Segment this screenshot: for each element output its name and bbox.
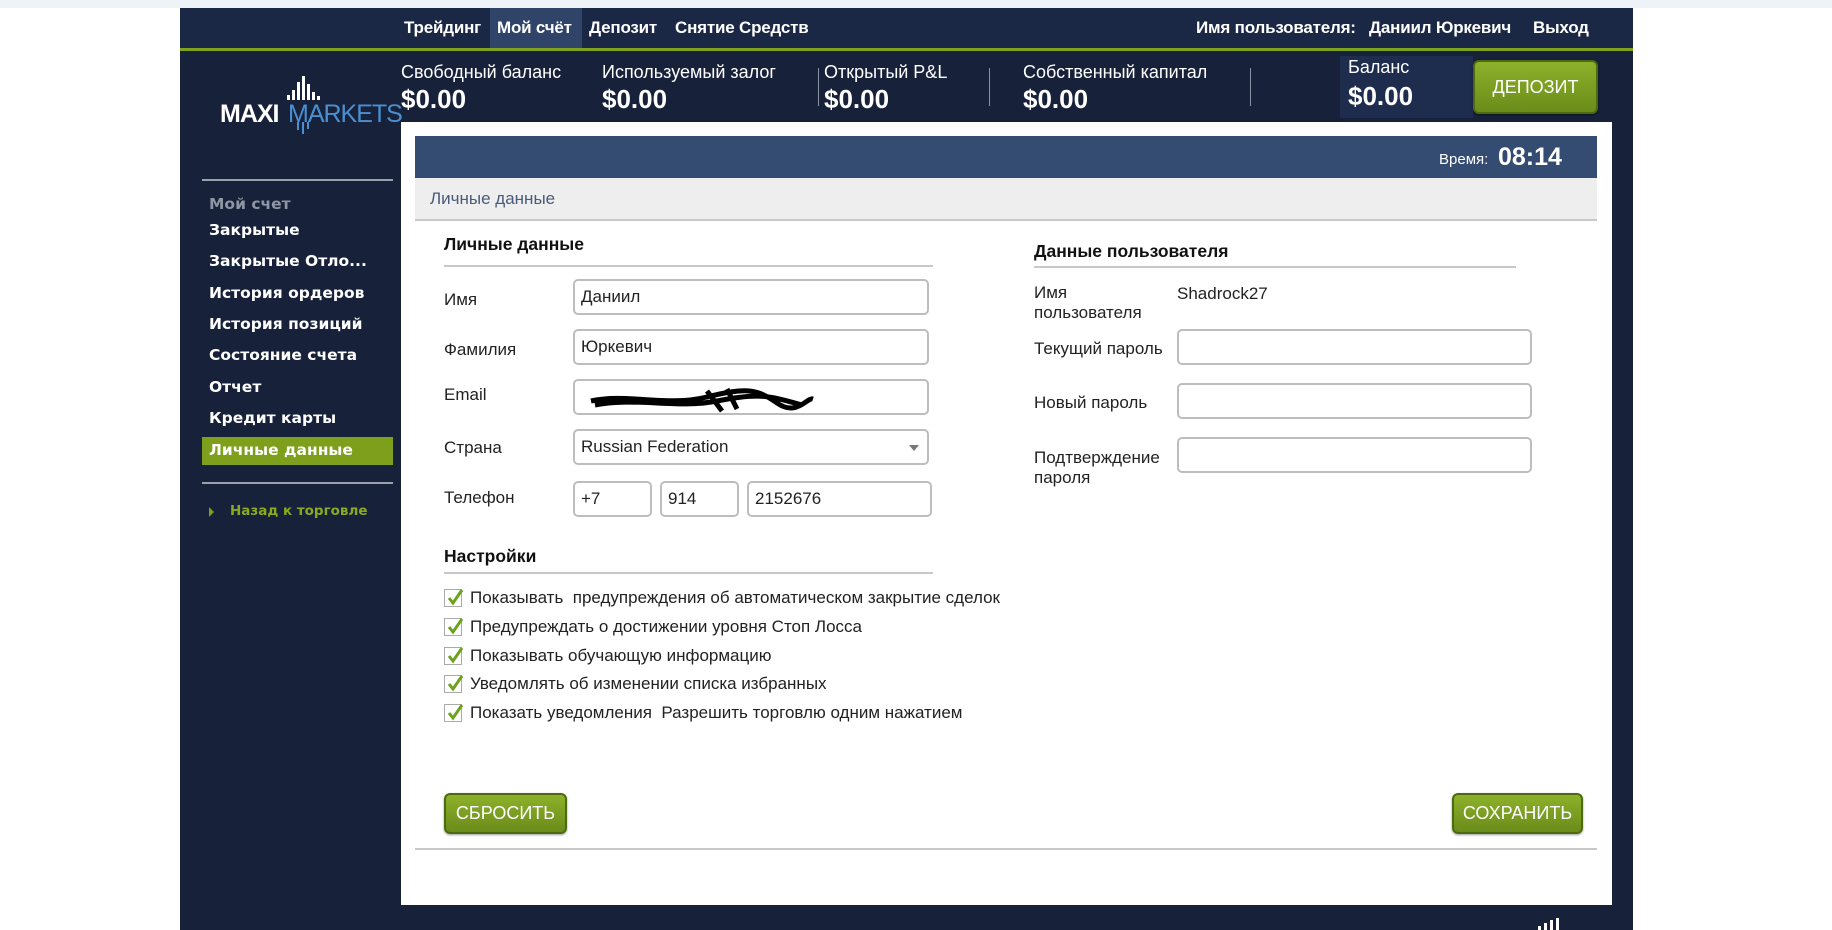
country-label: Страна: [444, 438, 502, 457]
phone-country-code-input[interactable]: +7: [573, 481, 652, 517]
sidebar-item-credit-cards[interactable]: Кредит карты: [209, 409, 336, 427]
username-label: Имя пользователя:: [1196, 18, 1356, 37]
time-value: 08:14: [1498, 143, 1562, 171]
reset-button[interactable]: СБРОСИТЬ: [444, 793, 567, 834]
settings-option-label: Показывать предупреждения об автоматичес…: [470, 588, 1000, 607]
username-link[interactable]: Даниил Юркевич: [1362, 8, 1518, 48]
settings-checkbox[interactable]: [444, 589, 464, 607]
settings-title: Настройки: [444, 546, 537, 566]
arrow-right-icon: [209, 507, 214, 517]
stat-divider: [1250, 68, 1251, 106]
checkmark-icon: [447, 675, 464, 692]
confirm-password-input[interactable]: [1177, 437, 1532, 473]
username-field-label: Имя пользователя: [1034, 283, 1142, 322]
checkmark-icon: [447, 704, 464, 721]
settings-checkbox[interactable]: [444, 675, 464, 693]
current-password-label: Текущий пароль: [1034, 339, 1163, 358]
sidebar-item-report[interactable]: Отчет: [209, 378, 261, 396]
username-value: Shadrock27: [1177, 284, 1268, 303]
balance-value: $0.00: [1348, 81, 1414, 111]
confirm-password-label: Подтверждение пароля: [1034, 448, 1160, 487]
last-name-label: Фамилия: [444, 340, 517, 359]
stat-divider: [989, 68, 990, 106]
settings-option-label: Уведомлять об изменении списка избранных: [470, 674, 827, 693]
open-pnl-value: $0.00: [824, 84, 890, 114]
equity-label: Собственный капитал: [1023, 62, 1208, 82]
settings-option-label: Предупреждать о достижении уровня Стоп Л…: [470, 617, 862, 636]
nav-trading[interactable]: Трейдинг: [397, 8, 488, 48]
used-margin-label: Используемый залог: [602, 62, 776, 82]
nav-divider: [180, 48, 1633, 51]
balance-label: Баланс: [1348, 57, 1410, 77]
breadcrumb-bar: [415, 178, 1597, 221]
checkmark-icon: [447, 618, 464, 635]
logo[interactable]: MAXI MARKETS: [218, 72, 403, 138]
bottom-divider: [415, 848, 1597, 850]
deposit-button[interactable]: ДЕПОЗИТ: [1473, 60, 1598, 114]
user-data-title: Данные пользователя: [1034, 241, 1229, 261]
sidebar-item-order-history[interactable]: История ордеров: [209, 284, 364, 302]
nav-my-account[interactable]: Мой счёт: [490, 8, 582, 48]
top-strip: [0, 0, 1832, 8]
country-select[interactable]: Russian Federation: [573, 429, 929, 465]
first-name-label: Имя: [444, 290, 478, 309]
sidebar-divider: [202, 179, 393, 181]
free-balance-label: Свободный баланс: [401, 62, 562, 82]
save-button[interactable]: СОХРАНИТЬ: [1452, 793, 1583, 834]
logout-link[interactable]: Выход: [1526, 8, 1596, 48]
email-input[interactable]: [573, 379, 929, 415]
new-password-label: Новый пароль: [1034, 393, 1148, 412]
nav-deposit[interactable]: Депозит: [582, 8, 664, 48]
checkmark-icon: [447, 589, 464, 606]
settings-checkbox[interactable]: [444, 704, 464, 722]
back-to-trading-link[interactable]: Назад к торговле: [230, 503, 368, 519]
sidebar-item-closed-pending[interactable]: Закрытые Отло...: [209, 252, 367, 270]
email-label: Email: [444, 385, 487, 404]
sidebar-item-personal[interactable]: Личные данные: [209, 441, 353, 459]
time-bar: [415, 136, 1597, 178]
settings-checkbox[interactable]: [444, 618, 464, 636]
breadcrumb: Личные данные: [430, 189, 556, 208]
sidebar-item-account-status[interactable]: Состояние счета: [209, 346, 357, 364]
checkmark-icon: [447, 647, 464, 664]
footer-logo-icon: [1538, 918, 1559, 930]
logo-text-maxi: MAXI: [220, 100, 279, 128]
used-margin-value: $0.00: [602, 84, 668, 114]
free-balance-value: $0.00: [401, 84, 467, 114]
phone-number-input[interactable]: 2152676: [747, 481, 932, 517]
time-label: Время:: [1439, 151, 1489, 168]
settings-option-label: Показать уведомления Разрешить торговлю …: [470, 703, 963, 722]
last-name-input[interactable]: Юркевич: [573, 329, 929, 365]
open-pnl-label: Открытый P&L: [824, 62, 948, 82]
section-underline: [444, 572, 933, 574]
country-value: Russian Federation: [581, 437, 729, 456]
first-name-input[interactable]: Даниил: [573, 279, 929, 315]
current-password-input[interactable]: [1177, 329, 1532, 365]
redaction-scribble: [590, 387, 814, 413]
nav-withdraw[interactable]: Снятие Средств: [668, 8, 816, 48]
sidebar-divider: [202, 482, 393, 484]
settings-checkbox[interactable]: [444, 647, 464, 665]
sidebar-item-closed[interactable]: Закрытые: [209, 221, 300, 239]
sidebar-item-position-history[interactable]: История позиций: [209, 315, 363, 333]
phone-area-code-input[interactable]: 914: [660, 481, 739, 517]
sidebar-section-title: Мой счет: [209, 195, 291, 213]
stat-divider: [818, 68, 819, 106]
phone-label: Телефон: [444, 488, 515, 507]
section-underline: [1034, 266, 1516, 268]
chevron-down-icon: [909, 445, 919, 451]
personal-title: Личные данные: [444, 234, 584, 254]
logo-text-markets: MARKETS: [288, 100, 403, 128]
settings-option-label: Показывать обучающую информацию: [470, 646, 772, 665]
section-underline: [444, 265, 933, 267]
equity-value: $0.00: [1023, 84, 1089, 114]
new-password-input[interactable]: [1177, 383, 1532, 419]
